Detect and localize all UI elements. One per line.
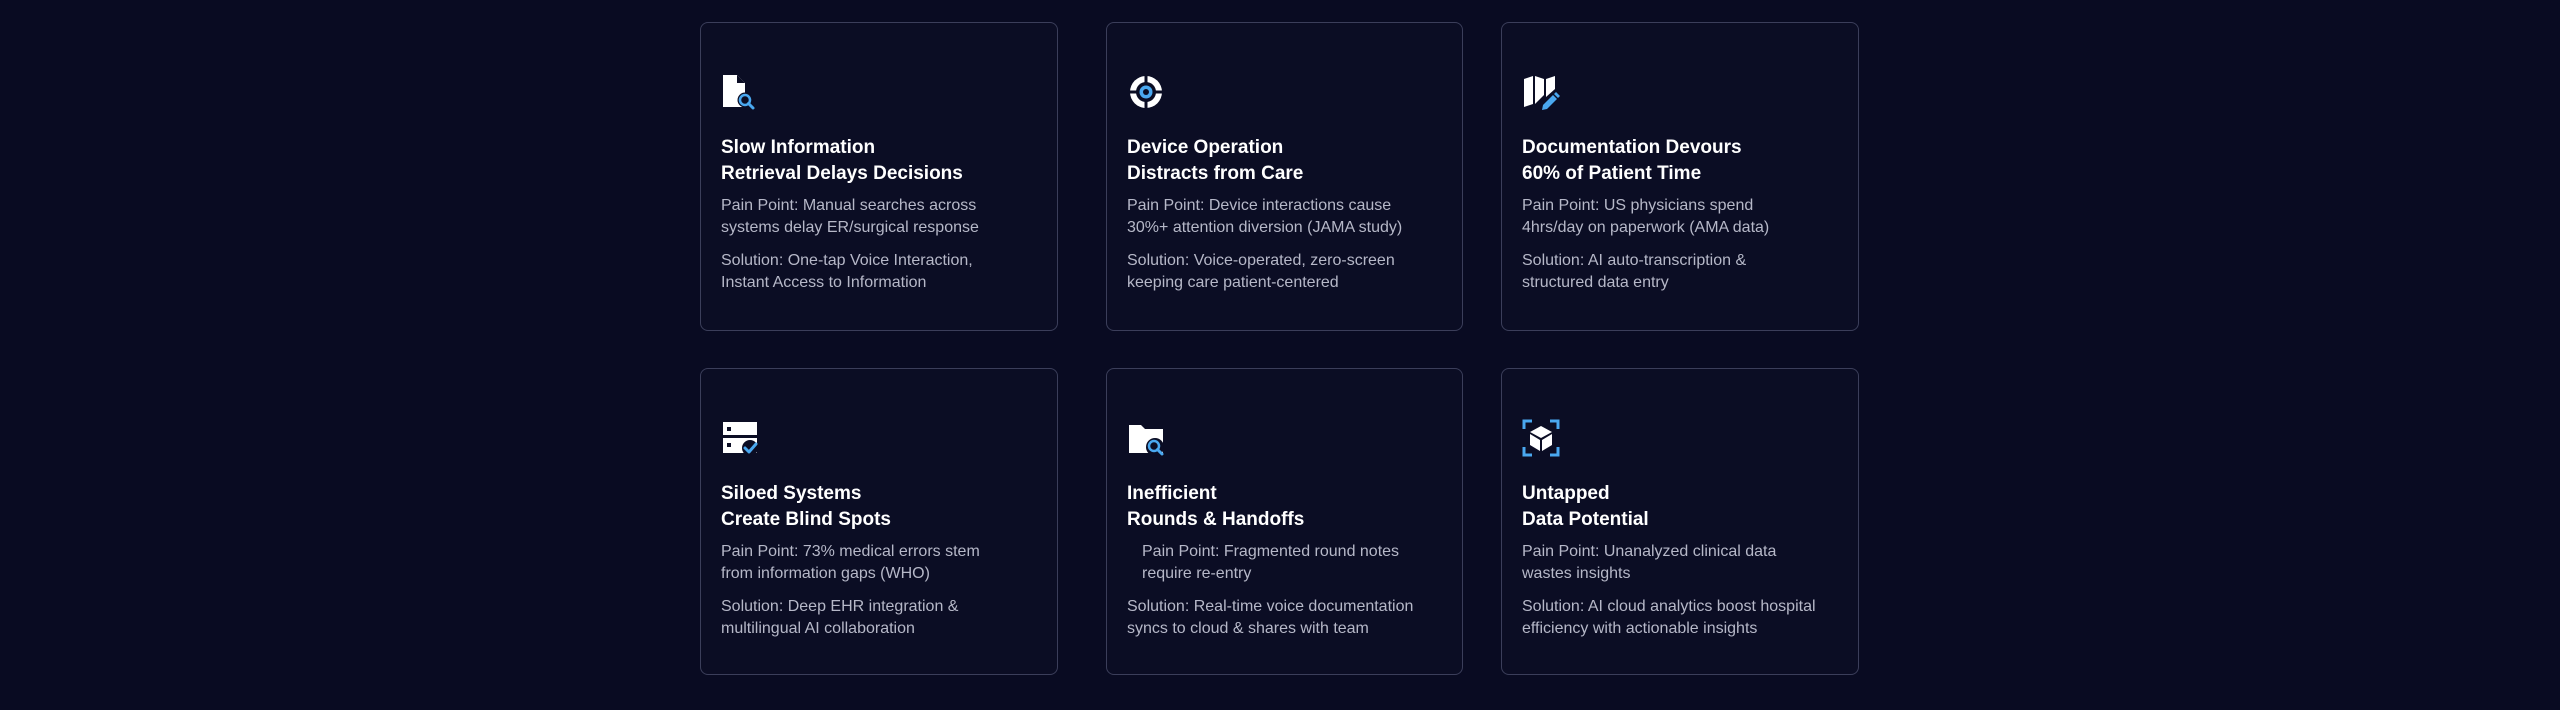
card-slow-information: Slow Information Retrieval Delays Decisi… [700,22,1058,331]
pain-point-text: Pain Point: Device interactions cause 30… [1127,197,1403,236]
card-siloed-systems: Siloed Systems Create Blind Spots Pain P… [700,368,1058,675]
solution-text: Solution: Real-time voice documentation … [1127,598,1414,637]
card-inefficient-rounds: Inefficient Rounds & Handoffs Pain Point… [1106,368,1463,675]
solution-text: Solution: AI auto-transcription & struct… [1522,252,1747,291]
pain-point-text: Pain Point: Manual searches across syste… [721,197,979,236]
card-untapped-data: Untapped Data Potential Pain Point: Unan… [1501,368,1859,675]
card-title: Slow Information Retrieval Delays Decisi… [721,137,963,184]
pain-point-text: Pain Point: Unanalyzed clinical data was… [1522,543,1777,582]
card-title: Documentation Devours 60% of Patient Tim… [1522,137,1742,184]
map-edit-icon [1522,73,1560,111]
document-search-icon [721,73,759,111]
card-title: Untapped Data Potential [1522,483,1649,530]
folder-search-icon [1127,419,1165,457]
card-title: Siloed Systems Create Blind Spots [721,483,891,530]
target-icon [1127,73,1165,111]
card-device-operation: Device Operation Distracts from Care Pai… [1106,22,1463,331]
pain-point-text: Pain Point: Fragmented round notes requi… [1142,543,1400,582]
pain-point-grid: Slow Information Retrieval Delays Decisi… [0,0,2560,710]
solution-text: Solution: Deep EHR integration & multili… [721,598,959,637]
pain-point-text: Pain Point: US physicians spend 4hrs/day… [1522,197,1770,236]
cube-scan-icon [1522,419,1560,457]
card-title: Inefficient Rounds & Handoffs [1127,483,1305,530]
pain-point-text: Pain Point: 73% medical errors stem from… [721,543,980,582]
solution-text: Solution: One-tap Voice Interaction, Ins… [721,252,973,291]
card-documentation: Documentation Devours 60% of Patient Tim… [1501,22,1859,331]
solution-text: Solution: AI cloud analytics boost hospi… [1522,598,1816,637]
card-title: Device Operation Distracts from Care [1127,137,1304,184]
solution-text: Solution: Voice-operated, zero-screen ke… [1127,252,1395,291]
server-check-icon [721,419,759,457]
